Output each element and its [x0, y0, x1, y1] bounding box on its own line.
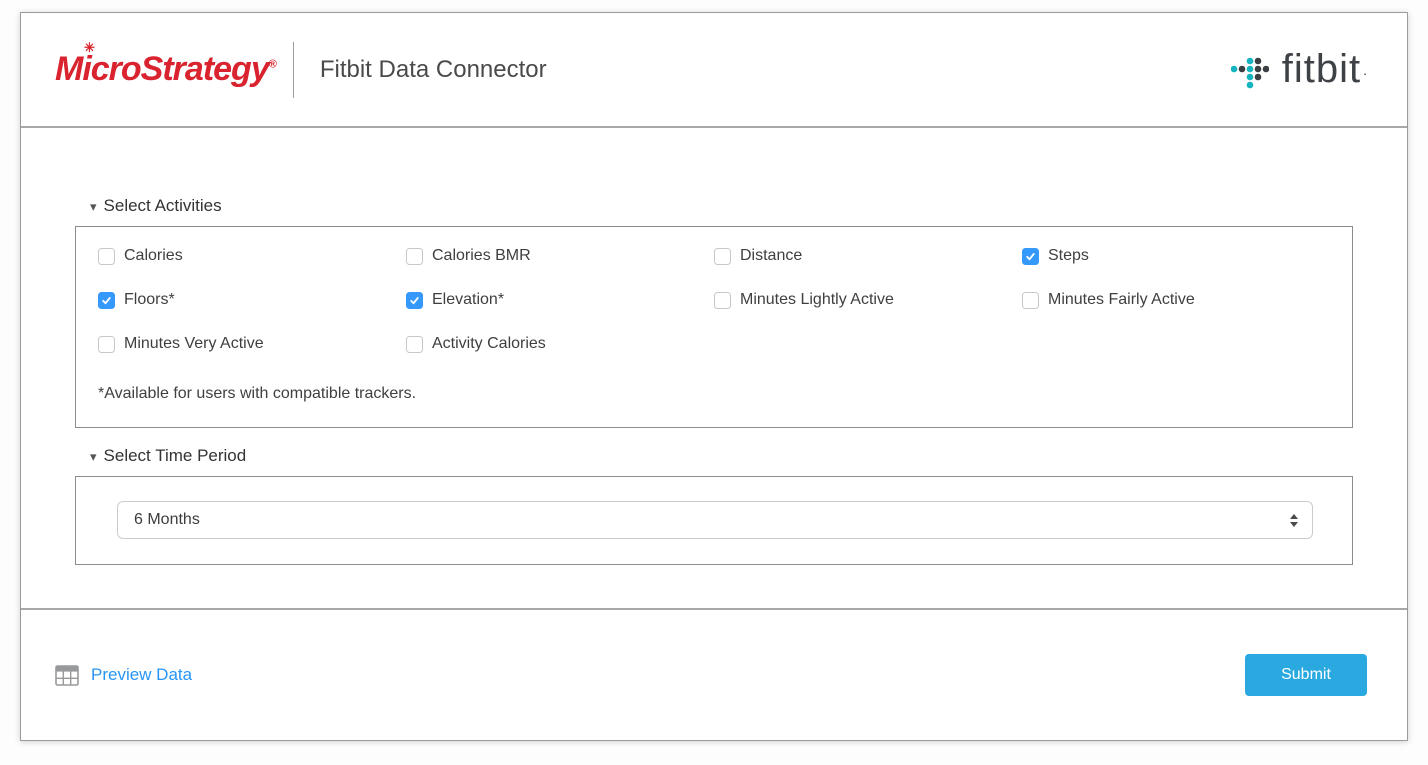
activity-checkbox[interactable] — [98, 248, 115, 265]
time-period-select[interactable]: 6 Months — [117, 501, 1313, 539]
header: MicroStrategy® ✳ Fitbit Data Connector f… — [21, 13, 1407, 128]
chevron-down-icon: ▾ — [90, 200, 97, 213]
activity-label[interactable]: Activity Calories — [432, 335, 546, 353]
activity-item: Steps — [1022, 247, 1330, 265]
activities-grid: Calories Calories BMR Distance — [98, 247, 1330, 353]
fitbit-trademark-dot: . — [1363, 62, 1367, 78]
footer: Preview Data Submit — [21, 608, 1407, 740]
main-content: ▾ Select Activities Calories — [21, 128, 1407, 608]
check-icon — [101, 295, 112, 306]
submit-button[interactable]: Submit — [1245, 654, 1367, 696]
section-label: Select Time Period — [104, 446, 247, 466]
activity-label[interactable]: Elevation* — [432, 291, 504, 309]
header-divider — [293, 42, 294, 98]
time-period-panel: 6 Months — [75, 476, 1353, 565]
activity-item: Calories — [98, 247, 406, 265]
activity-label[interactable]: Minutes Very Active — [124, 335, 264, 353]
activity-item: Activity Calories — [406, 335, 714, 353]
activity-label[interactable]: Calories — [124, 247, 183, 265]
activity-item: Calories BMR — [406, 247, 714, 265]
activity-item: Minutes Fairly Active — [1022, 291, 1330, 309]
connector-window: MicroStrategy® ✳ Fitbit Data Connector f… — [20, 12, 1408, 741]
preview-data-link[interactable]: Preview Data — [55, 665, 192, 686]
activity-label[interactable]: Steps — [1048, 247, 1089, 265]
section-label: Select Activities — [104, 196, 222, 216]
fitbit-dots-icon — [1231, 57, 1269, 89]
activity-checkbox[interactable] — [98, 292, 115, 309]
activity-checkbox[interactable] — [714, 248, 731, 265]
select-activities-header[interactable]: ▾ Select Activities — [90, 196, 1353, 216]
activity-label[interactable]: Calories BMR — [432, 247, 531, 265]
activity-item: Floors* — [98, 291, 406, 309]
activity-item: Elevation* — [406, 291, 714, 309]
microstrategy-logo: MicroStrategy® ✳ — [55, 50, 277, 89]
activity-checkbox[interactable] — [714, 292, 731, 309]
time-period-value: 6 Months — [134, 511, 200, 529]
preview-data-label: Preview Data — [91, 665, 192, 685]
activity-checkbox[interactable] — [406, 292, 423, 309]
activity-item: Minutes Lightly Active — [714, 291, 1022, 309]
check-icon — [409, 295, 420, 306]
activity-checkbox[interactable] — [1022, 248, 1039, 265]
gear-icon: ✳ — [84, 40, 95, 56]
activity-checkbox[interactable] — [406, 336, 423, 353]
fitbit-logo: fitbit . — [1231, 47, 1367, 92]
activity-label[interactable]: Minutes Fairly Active — [1048, 291, 1195, 309]
activity-label[interactable]: Distance — [740, 247, 802, 265]
check-icon — [1025, 251, 1036, 262]
page-title: Fitbit Data Connector — [320, 56, 547, 84]
select-updown-icon — [1290, 514, 1298, 527]
activity-item: Distance — [714, 247, 1022, 265]
chevron-down-icon: ▾ — [90, 450, 97, 463]
activity-checkbox[interactable] — [1022, 292, 1039, 309]
activity-item: Minutes Very Active — [98, 335, 406, 353]
select-time-period-header[interactable]: ▾ Select Time Period — [90, 446, 1353, 466]
registered-mark: ® — [269, 59, 277, 71]
table-grid-icon — [55, 665, 79, 686]
activity-label[interactable]: Minutes Lightly Active — [740, 291, 894, 309]
fitbit-wordmark: fitbit — [1282, 47, 1361, 92]
activity-checkbox[interactable] — [406, 248, 423, 265]
activities-panel: Calories Calories BMR Distance — [75, 226, 1353, 428]
activity-checkbox[interactable] — [98, 336, 115, 353]
trackers-footnote: *Available for users with compatible tra… — [98, 385, 1330, 403]
activity-label[interactable]: Floors* — [124, 291, 175, 309]
